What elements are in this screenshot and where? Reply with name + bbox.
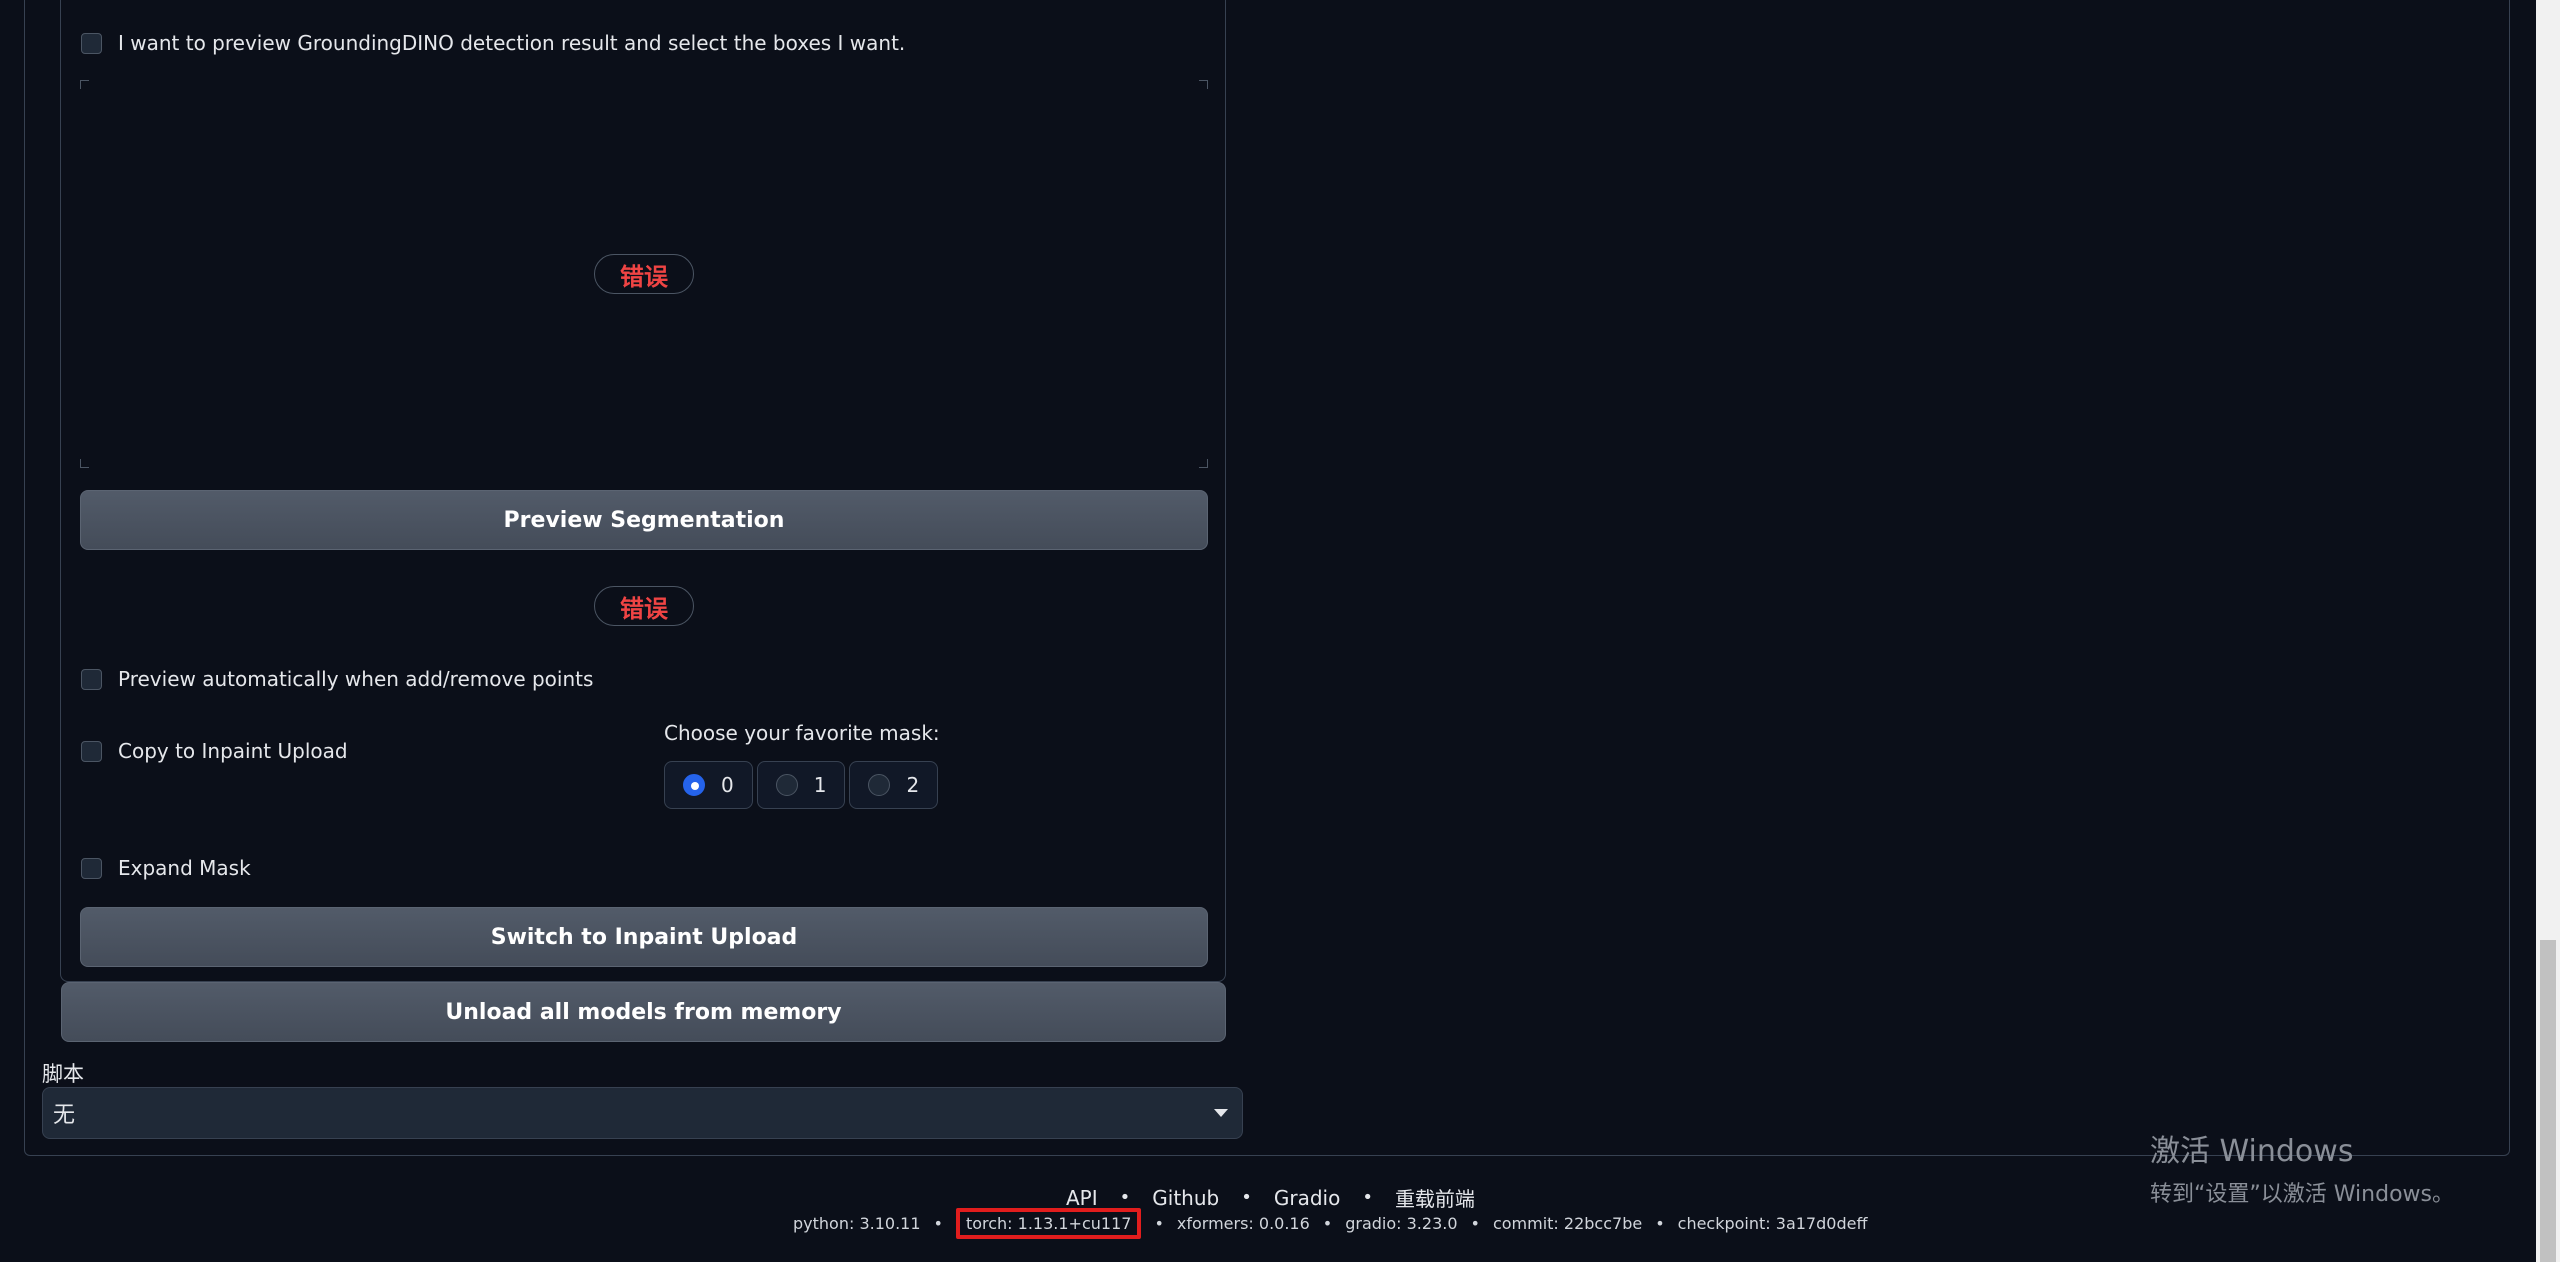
windows-activation-watermark: 激活 Windows 转到“设置”以激活 Windows。 bbox=[2150, 1126, 2454, 1208]
separator-dot: • bbox=[1322, 1214, 1333, 1233]
error-badge: 错误 bbox=[594, 586, 694, 626]
version-info: python: 3.10.11 • torch: 1.13.1+cu117 • … bbox=[793, 1208, 1867, 1239]
watermark-subtitle: 转到“设置”以激活 Windows。 bbox=[2150, 1182, 2454, 1207]
chevron-down-icon[interactable] bbox=[1214, 1109, 1228, 1117]
mask-option-1[interactable]: 1 bbox=[756, 761, 846, 809]
watermark-title: 激活 Windows bbox=[2150, 1134, 2354, 1169]
mask-choice-radio-group: 0 1 2 bbox=[664, 761, 939, 809]
script-select-value: 无 bbox=[53, 1103, 76, 1128]
separator-dot: • bbox=[933, 1214, 943, 1233]
script-select[interactable]: 无 bbox=[42, 1087, 1243, 1139]
mask-option-0[interactable]: 0 bbox=[664, 761, 753, 809]
mask-option-label: 0 bbox=[721, 773, 734, 797]
scrollbar-thumb[interactable] bbox=[2540, 940, 2556, 1262]
mask-option-label: 2 bbox=[906, 773, 920, 797]
expand-mask-option[interactable]: Expand Mask bbox=[81, 856, 251, 880]
separator-dot: • bbox=[1154, 1214, 1164, 1233]
gradio-version: gradio: 3.23.0 bbox=[1345, 1214, 1458, 1233]
separator-dot: • bbox=[1470, 1214, 1480, 1233]
copy-inpaint-option[interactable]: Copy to Inpaint Upload bbox=[81, 739, 348, 763]
switch-inpaint-button[interactable]: Switch to Inpaint Upload bbox=[80, 907, 1208, 967]
commit-hash: commit: 22bcc7be bbox=[1492, 1214, 1643, 1233]
radio-button-selected[interactable] bbox=[683, 774, 705, 796]
mask-choice-title: Choose your favorite mask: bbox=[664, 721, 940, 745]
footer-link-github[interactable]: Github bbox=[1152, 1186, 1219, 1210]
radio-button[interactable] bbox=[775, 774, 798, 796]
unload-models-button[interactable]: Unload all models from memory bbox=[61, 982, 1226, 1042]
mask-option-2[interactable]: 2 bbox=[849, 761, 939, 809]
xformers-version: xformers: 0.0.16 bbox=[1176, 1214, 1310, 1233]
separator-dot: • bbox=[1655, 1214, 1665, 1233]
expand-mask-checkbox[interactable] bbox=[81, 857, 102, 879]
corner-marker bbox=[80, 80, 89, 89]
copy-inpaint-label: Copy to Inpaint Upload bbox=[118, 739, 348, 763]
corner-marker bbox=[1199, 80, 1208, 89]
separator-dot: • bbox=[1119, 1187, 1131, 1208]
footer-link-gradio[interactable]: Gradio bbox=[1274, 1186, 1340, 1210]
torch-version: torch: 1.13.1+cu117 bbox=[955, 1208, 1142, 1239]
expand-mask-label: Expand Mask bbox=[118, 856, 251, 880]
corner-marker bbox=[1199, 459, 1208, 468]
preview-auto-label: Preview automatically when add/remove po… bbox=[118, 667, 594, 691]
script-label: 脚本 bbox=[42, 1062, 84, 1086]
python-version: python: 3.10.11 bbox=[793, 1214, 921, 1233]
separator-dot: • bbox=[1241, 1187, 1252, 1208]
grounding-preview-checkbox[interactable] bbox=[81, 32, 102, 54]
preview-auto-option[interactable]: Preview automatically when add/remove po… bbox=[81, 667, 593, 691]
checkpoint-hash: checkpoint: 3a17d0deff bbox=[1677, 1214, 1868, 1233]
copy-inpaint-checkbox[interactable] bbox=[81, 740, 102, 762]
error-badge: 错误 bbox=[594, 254, 694, 294]
separator-dot: • bbox=[1362, 1187, 1373, 1208]
radio-button[interactable] bbox=[868, 774, 891, 796]
footer-link-api[interactable]: API bbox=[1066, 1186, 1098, 1210]
mask-option-label: 1 bbox=[813, 773, 827, 797]
grounding-preview-label: I want to preview GroundingDINO detectio… bbox=[118, 31, 906, 55]
preview-segmentation-button[interactable]: Preview Segmentation bbox=[80, 490, 1208, 550]
corner-marker bbox=[80, 459, 89, 468]
preview-auto-checkbox[interactable] bbox=[81, 668, 102, 690]
grounding-preview-option[interactable]: I want to preview GroundingDINO detectio… bbox=[81, 31, 905, 55]
